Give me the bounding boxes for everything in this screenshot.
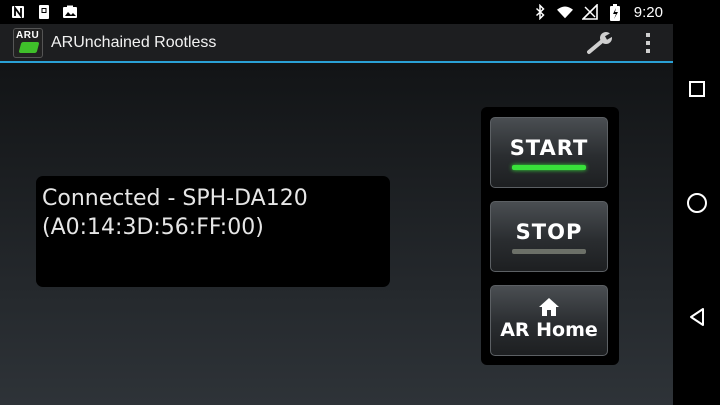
settings-wrench-icon[interactable] — [587, 31, 615, 55]
status-time: 9:20 — [633, 3, 663, 21]
stop-button[interactable]: STOP — [490, 201, 608, 272]
overflow-menu-icon[interactable] — [645, 32, 651, 54]
connection-status-panel: Connected - SPH-DA120 (A0:14:3D:56:FF:00… — [36, 176, 390, 287]
back-triangle-icon — [690, 308, 704, 326]
connection-address: (A0:14:3D:56:FF:00) — [42, 215, 264, 240]
navigation-bar — [673, 0, 720, 405]
home-circle-icon — [687, 193, 707, 213]
connection-device: Connected - SPH-DA120 — [42, 186, 308, 211]
connection-status-text: Connected - SPH-DA120 (A0:14:3D:56:FF:00… — [42, 184, 308, 242]
action-bar: ARU ARUnchained Rootless — [0, 24, 673, 63]
app-screen: 9:20 ARU ARUnchained Rootless Connected … — [0, 0, 673, 405]
main-content: Connected - SPH-DA120 (A0:14:3D:56:FF:00… — [0, 63, 673, 405]
status-bar: 9:20 — [0, 0, 673, 24]
action-bar-actions — [587, 31, 673, 55]
battery-icon — [607, 3, 623, 21]
stop-label: STOP — [515, 220, 583, 244]
stop-indicator — [512, 249, 586, 254]
start-label: START — [509, 136, 589, 160]
sim-notification-icon — [36, 4, 52, 20]
n-notification-icon — [10, 4, 26, 20]
image-notification-icon — [62, 4, 78, 20]
wifi-icon — [556, 4, 573, 20]
bluetooth-icon — [532, 4, 548, 20]
start-button[interactable]: START — [490, 117, 608, 188]
home-icon — [539, 298, 559, 316]
back-button[interactable] — [684, 304, 710, 330]
ar-home-label: AR Home — [500, 319, 598, 341]
recent-apps-button[interactable] — [684, 76, 710, 102]
recent-apps-icon — [689, 81, 705, 97]
app-logo-icon: ARU — [13, 27, 43, 58]
control-panel: START STOP AR Home — [481, 107, 619, 365]
notification-icons — [0, 4, 78, 20]
ar-home-button[interactable]: AR Home — [490, 285, 608, 356]
app-title: ARUnchained Rootless — [51, 33, 217, 51]
app-logo-text: ARU — [16, 29, 40, 41]
system-icons: 9:20 — [532, 3, 673, 21]
no-signal-icon — [581, 4, 598, 20]
home-nav-button[interactable] — [684, 190, 710, 216]
start-indicator — [512, 165, 586, 170]
